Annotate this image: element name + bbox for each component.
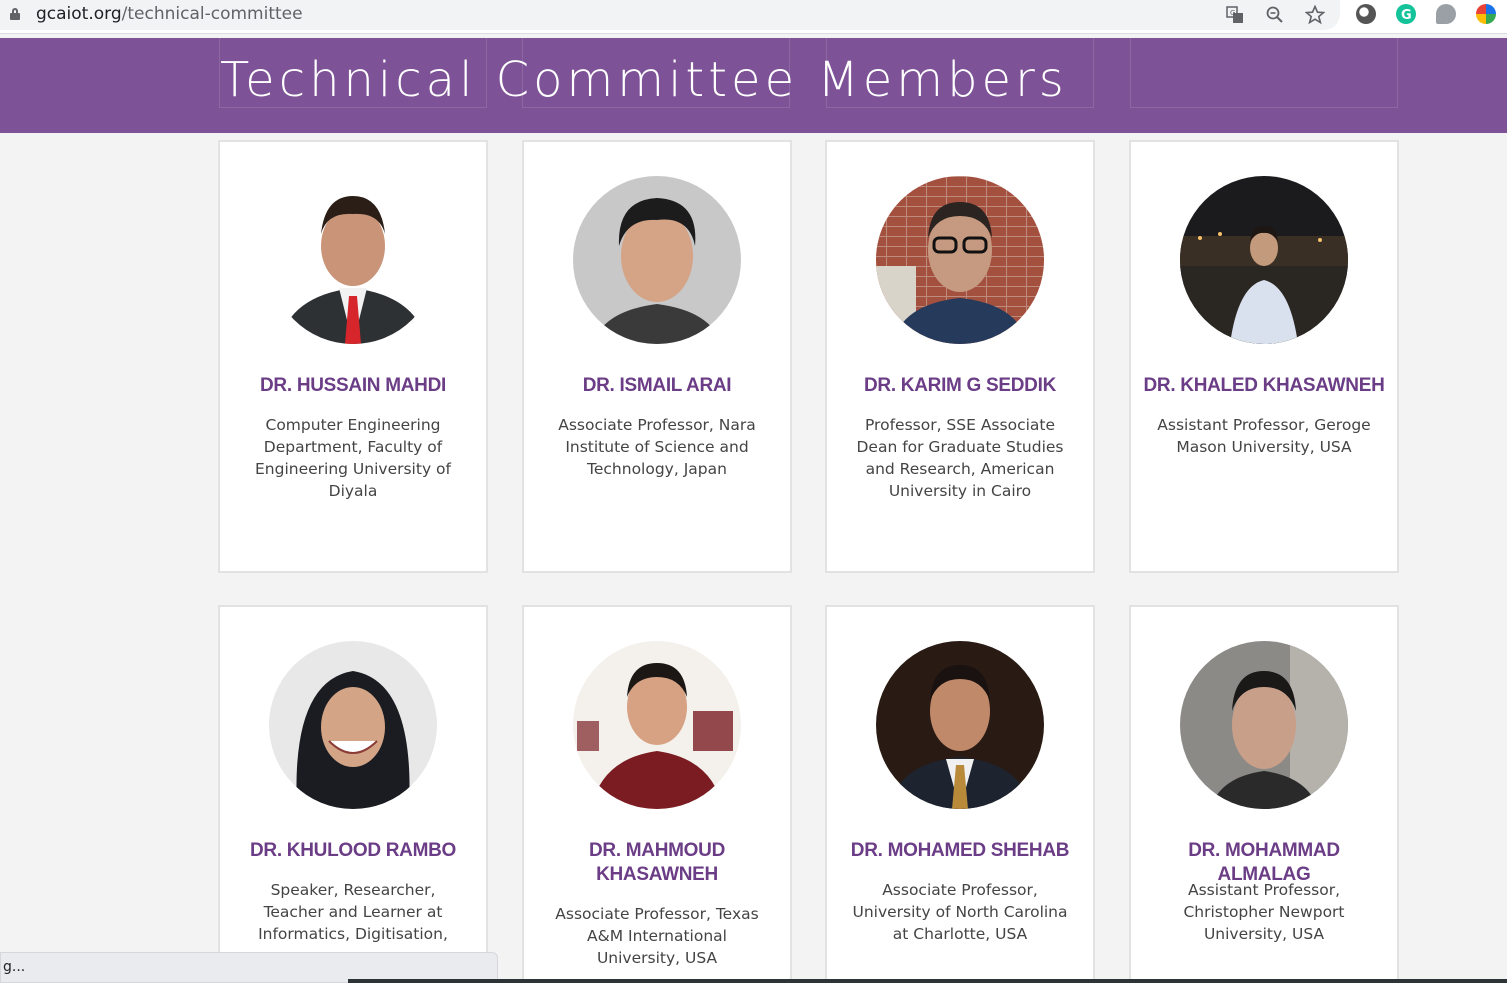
browser-toolbar: gcaiot.org/technical-committee G G [0, 0, 1507, 34]
member-card[interactable]: DR. MOHAMMAD ALMALAG Assistant Professor… [1129, 605, 1399, 983]
url-path: /technical-committee [121, 4, 303, 24]
address-bar[interactable]: gcaiot.org/technical-committee G [0, 0, 1340, 30]
member-card[interactable]: DR. ISMAIL ARAI Associate Professor, Nar… [522, 140, 792, 573]
member-card[interactable]: DR. KHULOOD RAMBO Speaker, Researcher, T… [218, 605, 488, 983]
url-text[interactable]: gcaiot.org/technical-committee [36, 4, 303, 24]
member-card[interactable]: DR. KARIM G SEDDIK Professor, SSE Associ… [825, 140, 1095, 573]
member-photo [573, 641, 741, 809]
extension-globe-icon[interactable] [1476, 4, 1496, 24]
member-photo [876, 641, 1044, 809]
zoom-out-icon[interactable] [1264, 4, 1286, 26]
member-role: Assistant Professor, Christopher Newport… [1183, 881, 1345, 943]
extension-circle-icon[interactable] [1356, 4, 1376, 24]
chat-bubble-icon[interactable] [1436, 4, 1456, 24]
card-ghost-outline [1130, 38, 1398, 108]
member-role: Associate Professor, University of North… [852, 881, 1068, 943]
svg-text:G: G [1401, 8, 1412, 23]
member-role: Associate Professor, Nara Institute of S… [558, 416, 756, 478]
page-title: Technical Committee Members [220, 52, 1068, 108]
member-card[interactable]: DR. MOHAMED SHEHAB Associate Professor, … [825, 605, 1095, 983]
translate-icon[interactable]: G [1224, 4, 1246, 26]
member-role: Associate Professor, Texas A&M Internati… [555, 905, 759, 967]
member-name[interactable]: DR. KHULOOD RAMBO [230, 839, 476, 863]
svg-text:G: G [1230, 9, 1235, 17]
url-domain: gcaiot.org [36, 4, 122, 24]
bookmark-star-icon[interactable] [1304, 4, 1326, 26]
member-photo [1180, 176, 1348, 344]
member-photo [876, 176, 1044, 344]
member-card[interactable]: DR. KHALED KHASAWNEH Assistant Professor… [1129, 140, 1399, 573]
member-name[interactable]: DR. MAHMOUD KHASAWNEH [534, 839, 780, 887]
member-role: Computer Engineering Department, Faculty… [255, 416, 451, 500]
member-card[interactable]: DR. MAHMOUD KHASAWNEH Associate Professo… [522, 605, 792, 983]
member-photo [269, 176, 437, 344]
page-header-band: Technical Committee Members [0, 38, 1507, 133]
lock-icon[interactable] [10, 8, 20, 20]
member-name[interactable]: DR. KHALED KHASAWNEH [1141, 374, 1387, 398]
member-name[interactable]: DR. HUSSAIN MAHDI [230, 374, 476, 398]
member-photo [573, 176, 741, 344]
grammarly-icon[interactable]: G [1396, 4, 1416, 24]
member-card[interactable]: DR. HUSSAIN MAHDI Computer Engineering D… [218, 140, 488, 573]
member-role: Speaker, Researcher, Teacher and Learner… [258, 881, 448, 943]
member-role: Professor, SSE Associate Dean for Gradua… [856, 416, 1064, 500]
member-photo [1180, 641, 1348, 809]
member-name[interactable]: DR. ISMAIL ARAI [534, 374, 780, 398]
member-name[interactable]: DR. KARIM G SEDDIK [837, 374, 1083, 398]
bottom-bar [348, 979, 1507, 983]
member-name[interactable]: DR. MOHAMED SHEHAB [837, 839, 1083, 863]
member-role: Assistant Professor, Geroge Mason Univer… [1157, 416, 1371, 456]
member-photo [269, 641, 437, 809]
